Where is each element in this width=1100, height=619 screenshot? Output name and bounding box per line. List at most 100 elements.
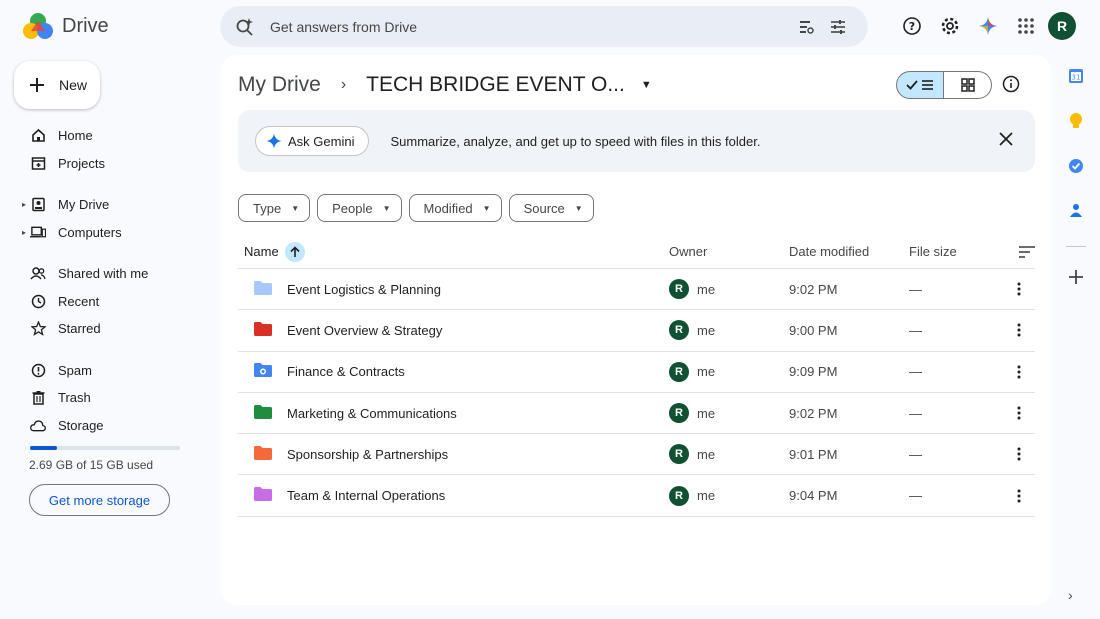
- chip-label: Source: [523, 200, 565, 216]
- filter-modified-chip[interactable]: Modified ▼: [408, 194, 502, 222]
- help-icon[interactable]: ?: [896, 10, 928, 42]
- sort-ascending-icon[interactable]: [284, 241, 305, 262]
- file-size-cell: —: [909, 281, 922, 297]
- view-toggle: [896, 71, 992, 99]
- gemini-banner: Ask Gemini Summarize, analyze, and get u…: [238, 110, 1035, 172]
- list-view-button[interactable]: [896, 71, 944, 99]
- search-input[interactable]: [270, 18, 790, 35]
- file-size-cell: —: [909, 364, 922, 380]
- table-row[interactable]: Sponsorship & Partnerships R me 9:01 PM …: [238, 434, 1035, 476]
- sidebar-item-starred[interactable]: Starred: [0, 315, 210, 343]
- grid-view-button[interactable]: [944, 71, 992, 99]
- tasks-icon[interactable]: [1068, 158, 1084, 179]
- filter-people-chip[interactable]: People ▼: [317, 194, 402, 222]
- drive-logo[interactable]: Drive: [22, 12, 109, 40]
- file-name: Marketing & Communications: [287, 405, 457, 421]
- breadcrumb-current-folder[interactable]: TECH BRIDGE EVENT O...: [366, 73, 625, 97]
- contacts-icon[interactable]: [1068, 202, 1084, 223]
- owner-avatar: R: [669, 361, 689, 382]
- sidebar-item-my-drive[interactable]: ▸ My Drive: [0, 191, 210, 219]
- gemini-sparkle-icon[interactable]: [972, 10, 1004, 42]
- file-name: Finance & Contracts: [287, 364, 405, 380]
- storage-progress-fill: [30, 446, 57, 450]
- folder-menu-caret-icon[interactable]: ▼: [641, 79, 652, 91]
- search-sparkle-icon[interactable]: [234, 16, 256, 38]
- account-avatar[interactable]: R: [1048, 12, 1076, 40]
- more-actions-icon[interactable]: [999, 282, 1035, 296]
- add-addon-plus-icon[interactable]: [1069, 270, 1083, 289]
- sidebar-item-label: Trash: [58, 390, 91, 406]
- new-button-label: New: [59, 77, 88, 93]
- sidebar-item-label: Starred: [58, 321, 101, 337]
- table-row[interactable]: Marketing & Communications R me 9:02 PM …: [238, 393, 1035, 435]
- more-actions-icon[interactable]: [999, 447, 1035, 461]
- file-size-cell: —: [909, 446, 922, 462]
- date-modified-cell: 9:01 PM: [789, 446, 838, 462]
- column-header-owner[interactable]: Owner: [669, 244, 789, 259]
- sidebar-item-shared-with-me[interactable]: Shared with me: [0, 260, 210, 288]
- more-actions-icon[interactable]: [999, 323, 1035, 337]
- sidebar-item-home[interactable]: Home: [0, 122, 210, 150]
- filter-sliders-icon[interactable]: [822, 11, 854, 43]
- info-icon[interactable]: [1002, 75, 1020, 98]
- trash-icon: [30, 390, 46, 406]
- column-header-name[interactable]: Name: [238, 241, 669, 262]
- owner-cell: R me: [669, 320, 789, 341]
- spam-icon: [30, 362, 46, 378]
- owner-cell: R me: [669, 279, 789, 300]
- ask-gemini-button[interactable]: Ask Gemini: [255, 126, 370, 156]
- sidebar-nav: Home Projects ▸ My Drive ▸ Computers Sha…: [0, 122, 210, 439]
- owner-name: me: [697, 322, 716, 338]
- file-name-cell[interactable]: Event Logistics & Planning: [238, 280, 669, 298]
- owner-name: me: [697, 405, 716, 421]
- sidebar-item-spam[interactable]: Spam: [0, 357, 210, 385]
- table-row[interactable]: Team & Internal Operations R me 9:04 PM …: [238, 475, 1035, 517]
- apps-grid-icon[interactable]: [1010, 10, 1042, 42]
- file-name-cell[interactable]: Event Overview & Strategy: [238, 321, 669, 339]
- calendar-icon[interactable]: 31: [1068, 68, 1084, 89]
- filter-source-chip[interactable]: Source ▼: [508, 194, 594, 222]
- table-row[interactable]: Event Logistics & Planning R me 9:02 PM …: [238, 269, 1035, 311]
- search-options-icon[interactable]: [790, 11, 822, 43]
- file-name-cell[interactable]: Finance & Contracts: [238, 363, 669, 380]
- settings-gear-icon[interactable]: [934, 10, 966, 42]
- file-size-cell: —: [909, 488, 922, 504]
- search-bar[interactable]: [220, 6, 868, 47]
- sidebar-item-computers[interactable]: ▸ Computers: [0, 219, 210, 247]
- sort-options-icon[interactable]: [999, 245, 1035, 258]
- expand-panel-chevron-icon[interactable]: ›: [1068, 587, 1073, 603]
- owner-cell: R me: [669, 485, 789, 506]
- filter-type-chip[interactable]: Type ▼: [238, 194, 311, 222]
- close-icon[interactable]: [999, 132, 1013, 151]
- expand-caret-icon[interactable]: ▸: [22, 228, 26, 237]
- sidebar-item-label: Projects: [58, 155, 105, 171]
- app-name: Drive: [62, 14, 109, 37]
- breadcrumb-my-drive[interactable]: My Drive: [238, 73, 321, 97]
- column-header-date-modified[interactable]: Date modified: [789, 244, 909, 259]
- file-name-cell[interactable]: Team & Internal Operations: [238, 487, 669, 504]
- table-row[interactable]: Finance & Contracts R me 9:09 PM —: [238, 352, 1035, 393]
- new-button[interactable]: New: [14, 61, 100, 109]
- sidebar-item-storage[interactable]: Storage: [0, 412, 210, 440]
- owner-cell: R me: [669, 444, 789, 465]
- file-name-cell[interactable]: Marketing & Communications: [238, 404, 669, 422]
- sidebar-item-projects[interactable]: Projects: [0, 150, 210, 178]
- sidebar-item-recent[interactable]: Recent: [0, 288, 210, 316]
- filter-chips: Type ▼ People ▼ Modified ▼ Source ▼: [238, 194, 594, 222]
- keep-icon[interactable]: [1068, 112, 1084, 135]
- table-row[interactable]: Event Overview & Strategy R me 9:00 PM —: [238, 310, 1035, 352]
- svg-text:?: ?: [909, 20, 915, 33]
- file-name-cell[interactable]: Sponsorship & Partnerships: [238, 445, 669, 463]
- expand-caret-icon[interactable]: ▸: [22, 200, 26, 209]
- more-actions-icon[interactable]: [999, 406, 1035, 420]
- column-name-label: Name: [244, 244, 279, 259]
- column-header-file-size[interactable]: File size: [909, 244, 999, 259]
- more-actions-icon[interactable]: [999, 365, 1035, 379]
- gemini-banner-text: Summarize, analyze, and get up to speed …: [390, 133, 761, 149]
- folder-icon: [254, 404, 272, 422]
- folder-icon: [254, 321, 272, 339]
- get-more-storage-button[interactable]: Get more storage: [29, 484, 170, 516]
- breadcrumb: My Drive › TECH BRIDGE EVENT O... ▼: [238, 73, 652, 97]
- more-actions-icon[interactable]: [999, 489, 1035, 503]
- sidebar-item-trash[interactable]: Trash: [0, 384, 210, 412]
